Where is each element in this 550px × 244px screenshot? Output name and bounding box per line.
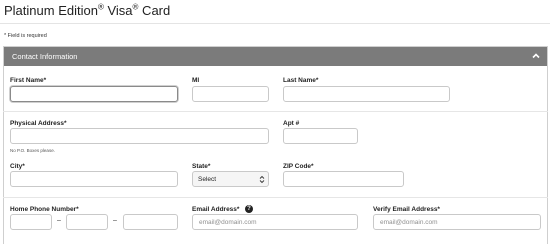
physical-address-input[interactable] (10, 128, 269, 144)
row-divider (3, 111, 548, 112)
email-placeholder: email@domain.com (199, 219, 257, 226)
phone-line-input[interactable] (123, 214, 178, 230)
phone-prefix-input[interactable] (66, 214, 108, 230)
email-label: Email Address* (192, 206, 240, 213)
help-icon[interactable]: ? (245, 205, 253, 213)
panel-header[interactable]: Contact Information (4, 47, 547, 66)
phone-separator: – (57, 217, 61, 224)
last-name-label: Last Name* (283, 77, 319, 84)
apt-input[interactable] (283, 128, 358, 144)
state-label: State* (192, 163, 211, 170)
zip-input[interactable] (283, 171, 404, 187)
po-box-hint: No P.O. Boxes please. (10, 148, 55, 153)
mi-label: MI (192, 77, 200, 84)
physical-address-label: Physical Address* (10, 120, 67, 127)
last-name-input[interactable] (283, 86, 450, 102)
title-divider (0, 23, 550, 24)
mi-input[interactable] (192, 86, 269, 102)
phone-separator: – (113, 217, 117, 224)
verify-email-input[interactable]: email@domain.com (373, 214, 541, 230)
state-select[interactable]: Select (192, 171, 269, 187)
home-phone-label: Home Phone Number* (10, 206, 79, 213)
panel-title: Contact Information (12, 52, 78, 61)
city-input[interactable] (10, 171, 178, 187)
apt-label: Apt # (283, 120, 300, 127)
phone-area-code-input[interactable] (10, 214, 52, 230)
first-name-input[interactable] (10, 86, 178, 102)
email-input[interactable]: email@domain.com (192, 214, 358, 230)
row-divider (3, 197, 548, 198)
zip-label: ZIP Code* (283, 163, 314, 170)
chevron-up-icon[interactable] (531, 51, 541, 61)
state-select-value: Select (198, 176, 217, 183)
select-arrows-icon (259, 175, 265, 184)
first-name-label: First Name* (10, 77, 47, 84)
verify-email-label: Verify Email Address* (373, 206, 440, 213)
page-title: Platinum Edition® Visa® Card (4, 2, 171, 18)
city-label: City* (10, 163, 25, 170)
verify-email-placeholder: email@domain.com (380, 219, 438, 226)
required-note: * Field is required (4, 33, 47, 39)
